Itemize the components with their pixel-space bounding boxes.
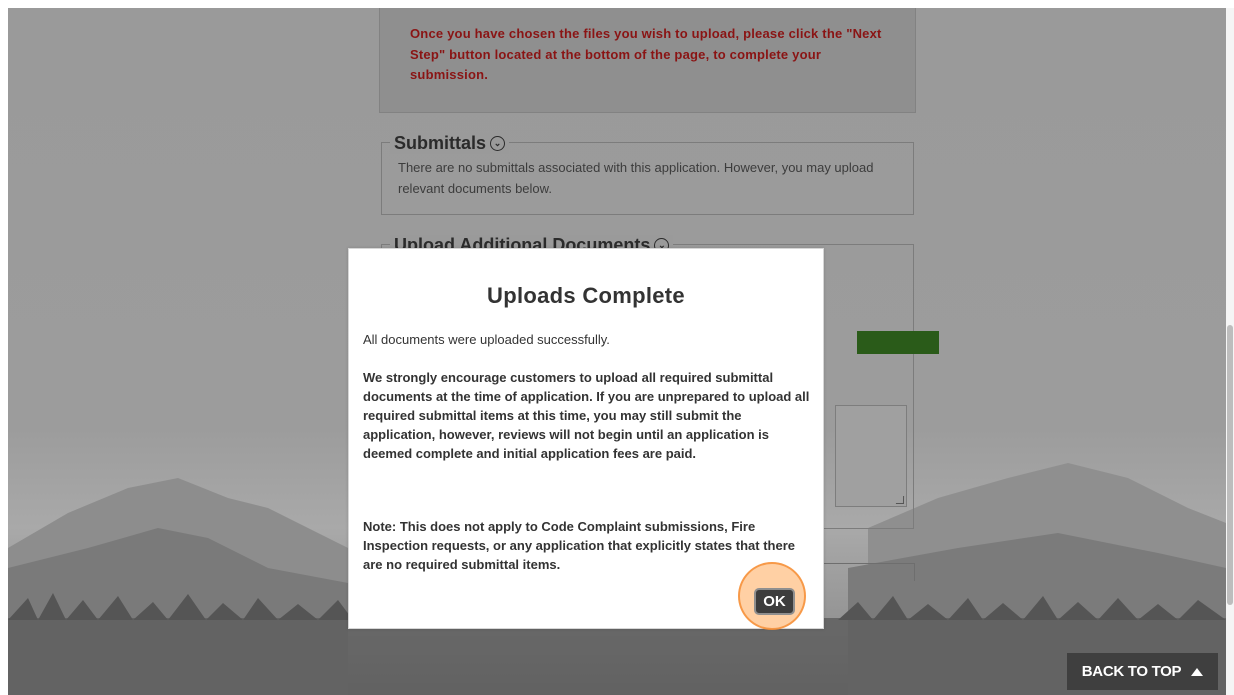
back-to-top-label: BACK TO TOP [1081, 663, 1182, 680]
submittals-legend[interactable]: Submittals ⌄ [390, 133, 510, 154]
resize-handle-icon[interactable] [895, 496, 905, 504]
dialog-title: Uploads Complete [487, 283, 685, 308]
instruction-notice-text: Once you have chosen the files you wish … [410, 26, 882, 82]
triangle-up-icon [1191, 667, 1204, 676]
dialog-note-text: Note: This does not apply to Code Compla… [363, 519, 795, 572]
ok-button[interactable]: OK [754, 588, 795, 615]
dialog-success-message: All documents were uploaded successfully… [363, 332, 610, 347]
submittals-text: There are no submittals associated with … [398, 160, 874, 196]
dialog-encouragement-text: We strongly encourage customers to uploa… [363, 370, 810, 461]
submittals-section: Submittals ⌄ There are no submittals ass… [381, 133, 914, 215]
back-to-top-button[interactable]: BACK TO TOP [1067, 653, 1218, 690]
upload-progress-bar [857, 331, 939, 354]
document-description-textarea[interactable] [835, 405, 907, 507]
chevron-down-circle-icon[interactable]: ⌄ [490, 136, 506, 151]
submittals-title: Submittals [394, 133, 487, 153]
scrollbar-thumb[interactable] [1227, 325, 1233, 605]
instruction-notice: Once you have chosen the files you wish … [379, 8, 916, 113]
